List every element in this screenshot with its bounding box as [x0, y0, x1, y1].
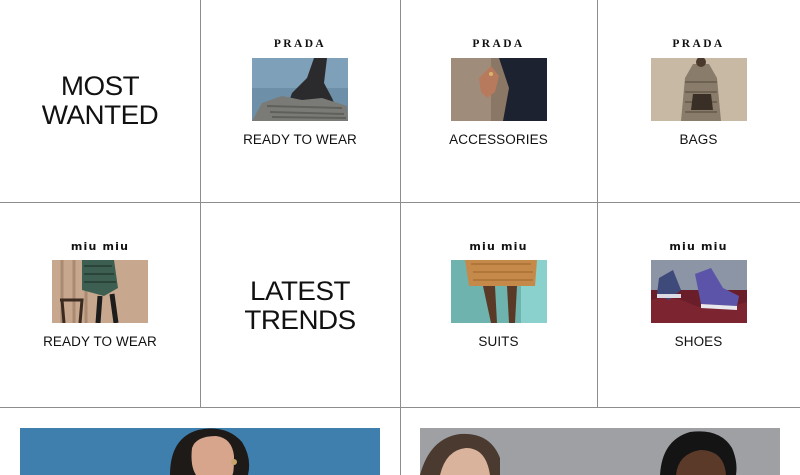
tile-label: READY TO WEAR	[43, 334, 157, 349]
miumiu-shoes-image	[650, 260, 747, 323]
prada-ready-to-wear-image	[252, 58, 348, 121]
tile-label: SUITS	[478, 334, 519, 349]
tile-miumiu-shoes[interactable]: miu miu SHOES	[597, 0, 800, 407]
miumiu-logo: miu miu	[70, 240, 130, 253]
miumiu-logo: miu miu	[669, 240, 728, 253]
tile-prada-ready-to-wear[interactable]: PRADA READY TO WEAR	[200, 0, 400, 202]
banner-left-image	[20, 428, 380, 475]
miumiu-ready-to-wear-image	[52, 260, 148, 323]
tile-miumiu-ready-to-wear[interactable]: miu miu READY TO WEAR	[0, 0, 200, 407]
prada-logo: PRADA	[273, 38, 327, 50]
grid-divider	[0, 407, 800, 408]
banner-right[interactable]	[420, 428, 780, 475]
banner-right-image	[420, 428, 780, 475]
miumiu-logo: miu miu	[469, 240, 528, 253]
banner-left[interactable]	[20, 428, 380, 475]
category-grid: MOST WANTED PRADA READY TO WEAR PRADA AC…	[0, 0, 800, 475]
tile-label: SHOES	[674, 334, 723, 349]
latest-trends-heading: LATEST TRENDS	[244, 276, 356, 335]
tile-label: READY TO WEAR	[243, 132, 357, 147]
tile-miumiu-suits[interactable]: miu miu SUITS	[400, 0, 597, 407]
miumiu-suits-image	[450, 260, 547, 323]
